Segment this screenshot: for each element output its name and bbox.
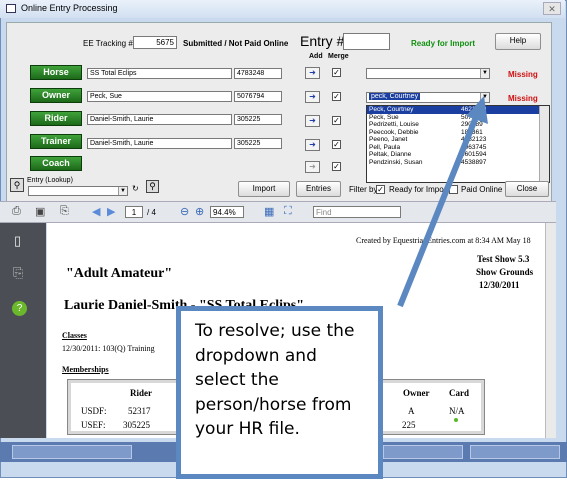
- arrow-head: [466, 96, 488, 124]
- arrow-shaft: [397, 110, 481, 308]
- callout-text: To resolve; use the dropdown and select …: [195, 321, 355, 439]
- instruction-callout: To resolve; use the dropdown and select …: [176, 306, 383, 479]
